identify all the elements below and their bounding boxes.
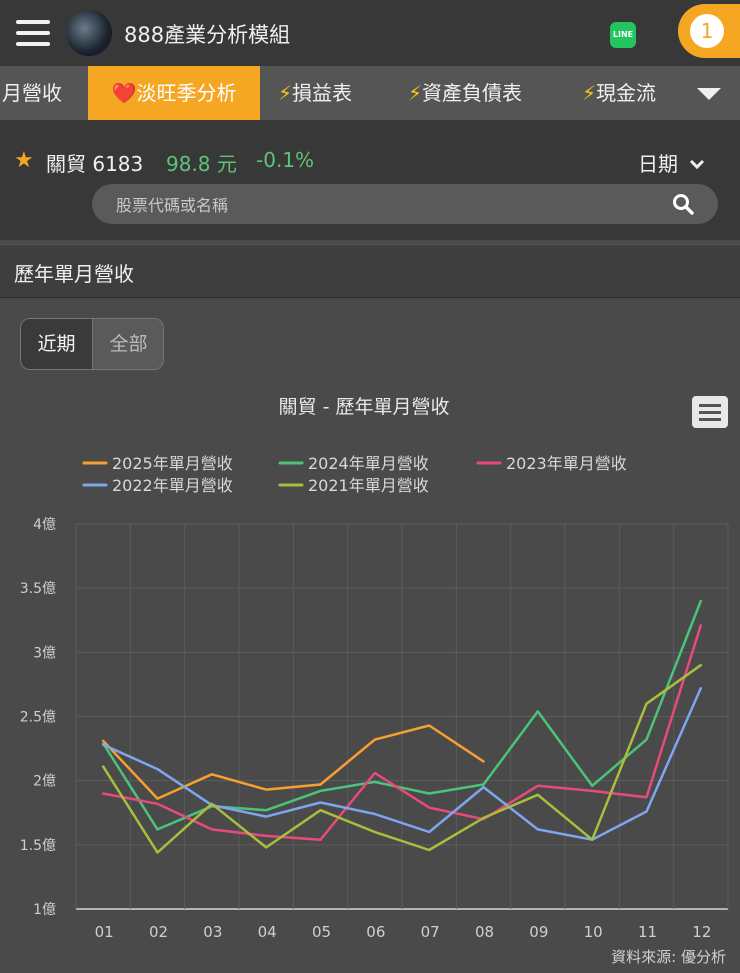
search-bar xyxy=(92,184,718,224)
x-tick-label: 02 xyxy=(149,923,168,941)
notification-button[interactable]: 1 xyxy=(678,4,740,58)
stock-name: 關貿 6183 xyxy=(46,152,144,176)
stock-info: ★ 關貿 6183 98.8 元 -0.1% 日期 xyxy=(0,120,740,240)
app-logo xyxy=(66,10,112,56)
x-tick-label: 12 xyxy=(692,923,711,941)
x-tick-label: 11 xyxy=(638,923,657,941)
y-tick-label: 1億 xyxy=(33,902,56,918)
app-title: 888產業分析模組 xyxy=(124,23,291,47)
x-tick-label: 03 xyxy=(203,923,222,941)
chevron-down-icon xyxy=(690,159,705,170)
tab-monthly-revenue[interactable]: 月營收 xyxy=(0,66,90,120)
heart-icon: ❤️ xyxy=(111,81,137,105)
x-tick-label: 10 xyxy=(584,923,603,941)
date-dropdown[interactable]: 日期 xyxy=(638,148,706,177)
stock-price: 98.8 元 xyxy=(166,152,237,176)
x-tick-label: 09 xyxy=(529,923,548,941)
y-tick-label: 3億 xyxy=(33,645,56,661)
tab-balance-sheet[interactable]: ⚡資產負債表 xyxy=(408,66,522,120)
legend-label: 2024年單月營收 xyxy=(308,454,429,473)
x-tick-label: 04 xyxy=(258,923,277,941)
bolt-icon: ⚡ xyxy=(408,81,423,105)
revenue-chart: 關貿 - 歷年單月營收 1億 1.5億 2億 2.5億 3億 3.5億 4億 01 02 03 04 0… xyxy=(20,396,729,966)
tab-cash-flow[interactable]: ⚡現金流 xyxy=(582,66,656,120)
legend-label: 2022年單月營收 xyxy=(112,476,233,495)
x-tick-label: 01 xyxy=(95,923,114,941)
y-tick-label: 2.5億 xyxy=(20,710,56,726)
search-icon[interactable] xyxy=(672,193,694,215)
menu-icon[interactable] xyxy=(16,20,50,46)
notification-count: 1 xyxy=(690,14,724,48)
tab-income-statement[interactable]: ⚡損益表 xyxy=(278,66,352,120)
tab-seasonality[interactable]: ❤️淡旺季分析 xyxy=(88,66,260,120)
recent-button[interactable]: 近期 xyxy=(21,319,92,369)
legend-label: 2025年單月營收 xyxy=(112,454,233,473)
y-tick-label: 2億 xyxy=(33,774,56,790)
y-tick-label: 1.5億 xyxy=(20,838,56,854)
stock-change: -0.1% xyxy=(256,148,315,172)
legend-label: 2023年單月營收 xyxy=(506,454,627,473)
search-input[interactable] xyxy=(114,192,658,218)
line-icon[interactable]: LINE xyxy=(610,22,636,48)
bolt-icon: ⚡ xyxy=(582,81,597,105)
range-toggle: 近期 全部 xyxy=(20,318,164,370)
legend-label: 2021年單月營收 xyxy=(308,476,429,495)
chart-title: 關貿 - 歷年單月營收 xyxy=(279,396,450,418)
chart-menu-icon[interactable] xyxy=(692,396,728,428)
x-tick-label: 05 xyxy=(312,923,331,941)
x-tick-label: 06 xyxy=(366,923,385,941)
y-tick-label: 3.5億 xyxy=(20,581,56,597)
x-tick-label: 07 xyxy=(421,923,440,941)
y-tick-label: 4億 xyxy=(33,517,56,533)
section-title: 歷年單月營收 xyxy=(14,262,134,286)
all-button[interactable]: 全部 xyxy=(92,319,163,369)
chart-source: 資料來源: 優分析 xyxy=(611,948,726,966)
star-icon[interactable]: ★ xyxy=(14,148,34,173)
top-bar: 888產業分析模組 LINE 1 xyxy=(0,0,740,66)
tab-bar: 月營收 ❤️淡旺季分析 ⚡損益表 ⚡資產負債表 ⚡現金流 xyxy=(0,66,740,120)
bolt-icon: ⚡ xyxy=(278,81,293,105)
section-header: 歷年單月營收 xyxy=(0,244,740,298)
chevron-down-icon[interactable] xyxy=(680,66,740,120)
x-tick-label: 08 xyxy=(475,923,494,941)
